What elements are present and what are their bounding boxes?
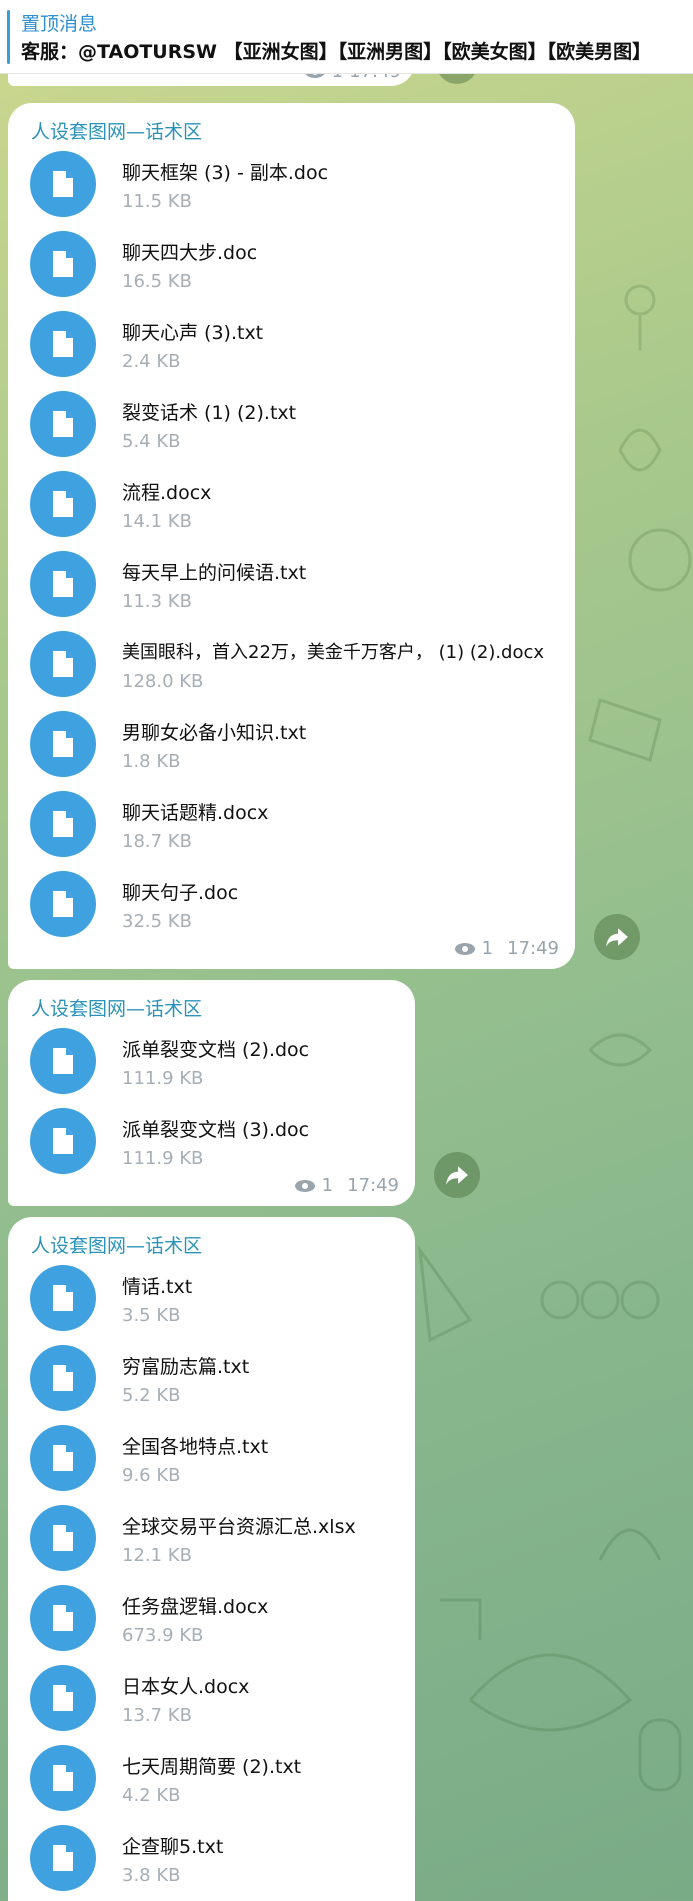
file-icon[interactable] xyxy=(30,1505,96,1571)
file-name: 情话.txt xyxy=(122,1276,193,1298)
eye-icon xyxy=(454,942,475,955)
file-message-bubble[interactable]: 人设套图网—话术区 情话.txt 3.5 KB 穷富励志篇.txt 5.2 KB… xyxy=(8,1217,415,1901)
file-size: 18.7 KB xyxy=(122,831,192,852)
file-size: 5.2 KB xyxy=(122,1385,181,1406)
file-name: 每天早上的问候语.txt xyxy=(122,562,307,584)
file-name: 聊天心声 (3).txt xyxy=(122,322,264,344)
sender-name[interactable]: 人设套图网—话术区 xyxy=(31,117,202,144)
file-name: 聊天句子.doc xyxy=(122,882,239,904)
file-name: 流程.docx xyxy=(122,482,212,504)
file-name: 聊天四大步.doc xyxy=(122,242,258,264)
file-icon[interactable] xyxy=(30,1265,96,1331)
file-name: 日本女人.docx xyxy=(122,1676,250,1698)
file-size: 111.9 KB xyxy=(122,1068,204,1089)
file-size: 2.4 KB xyxy=(122,351,181,372)
file-message-bubble[interactable]: 人设套图网—话术区 聊天框架 (3) - 副本.doc 11.5 KB 聊天四大… xyxy=(8,103,575,969)
file-icon[interactable] xyxy=(30,391,96,457)
file-icon[interactable] xyxy=(30,1745,96,1811)
share-icon xyxy=(606,928,628,947)
file-size: 673.9 KB xyxy=(122,1625,204,1646)
sender-name[interactable]: 人设套图网—话术区 xyxy=(31,994,202,1021)
file-icon[interactable] xyxy=(30,1108,96,1174)
pinned-accent-bar xyxy=(7,10,10,64)
file-name: 全国各地特点.txt xyxy=(122,1436,269,1458)
file-size: 11.3 KB xyxy=(122,591,192,612)
file-icon[interactable] xyxy=(30,1585,96,1651)
file-icon[interactable] xyxy=(30,1665,96,1731)
file-icon[interactable] xyxy=(30,791,96,857)
file-name: 七天周期简要 (2).txt xyxy=(122,1756,302,1778)
file-size: 128.0 KB xyxy=(122,671,204,692)
sender-name[interactable]: 人设套图网—话术区 xyxy=(31,1231,202,1258)
file-size: 16.5 KB xyxy=(122,271,192,292)
file-icon[interactable] xyxy=(30,1028,96,1094)
file-size: 3.8 KB xyxy=(122,1865,181,1886)
file-size: 11.5 KB xyxy=(122,191,192,212)
file-name: 聊天话题精.docx xyxy=(122,802,269,824)
message-time: 17:49 xyxy=(347,1175,399,1196)
file-icon[interactable] xyxy=(30,871,96,937)
file-icon[interactable] xyxy=(30,1345,96,1411)
message-meta: 1 17:49 xyxy=(454,938,559,959)
eye-icon xyxy=(294,1179,315,1192)
file-icon[interactable] xyxy=(30,1825,96,1891)
pinned-text: 客服：@TAOTURSW 【亚洲女图】【亚洲男图】【欧美女图】【欧美男图】 xyxy=(21,41,652,63)
file-icon[interactable] xyxy=(30,231,96,297)
file-size: 3.5 KB xyxy=(122,1305,181,1326)
file-name: 聊天框架 (3) - 副本.doc xyxy=(122,162,329,184)
file-name: 派单裂变文档 (3).doc xyxy=(122,1119,310,1141)
file-size: 111.9 KB xyxy=(122,1148,204,1169)
file-name: 美国眼科，首入22万，美金千万客户， (1) (2).docx xyxy=(122,642,545,663)
share-icon xyxy=(446,1166,468,1185)
file-icon[interactable] xyxy=(30,1425,96,1491)
pinned-message-bar[interactable]: 置顶消息 客服：@TAOTURSW 【亚洲女图】【亚洲男图】【欧美女图】【欧美男… xyxy=(0,0,693,74)
file-name: 任务盘逻辑.docx xyxy=(122,1596,269,1618)
file-name: 全球交易平台资源汇总.xlsx xyxy=(122,1516,356,1538)
file-name: 男聊女必备小知识.txt xyxy=(122,722,307,744)
file-name: 裂变话术 (1) (2).txt xyxy=(122,402,297,424)
file-size: 12.1 KB xyxy=(122,1545,192,1566)
message-meta: 1 17:49 xyxy=(294,1175,399,1196)
share-button[interactable] xyxy=(434,1152,480,1198)
file-name: 派单裂变文档 (2).doc xyxy=(122,1039,310,1061)
file-size: 32.5 KB xyxy=(122,911,192,932)
file-icon[interactable] xyxy=(30,311,96,377)
file-size: 9.6 KB xyxy=(122,1465,181,1486)
file-size: 4.2 KB xyxy=(122,1785,181,1806)
file-icon[interactable] xyxy=(30,631,96,697)
message-time: 17:49 xyxy=(507,938,559,959)
file-size: 1.8 KB xyxy=(122,751,181,772)
file-icon[interactable] xyxy=(30,711,96,777)
file-name: 穷富励志篇.txt xyxy=(122,1356,250,1378)
share-button[interactable] xyxy=(594,914,640,960)
file-icon[interactable] xyxy=(30,471,96,537)
file-icon[interactable] xyxy=(30,551,96,617)
views-count: 1 xyxy=(321,1175,334,1196)
file-icon[interactable] xyxy=(30,151,96,217)
file-size: 5.4 KB xyxy=(122,431,181,452)
file-message-bubble[interactable]: 人设套图网—话术区 派单裂变文档 (2).doc 111.9 KB 派单裂变文档… xyxy=(8,980,415,1206)
file-name: 企查聊5.txt xyxy=(122,1836,224,1858)
views-count: 1 xyxy=(481,938,494,959)
file-size: 14.1 KB xyxy=(122,511,192,532)
pinned-title: 置顶消息 xyxy=(21,13,98,35)
file-size: 13.7 KB xyxy=(122,1705,192,1726)
